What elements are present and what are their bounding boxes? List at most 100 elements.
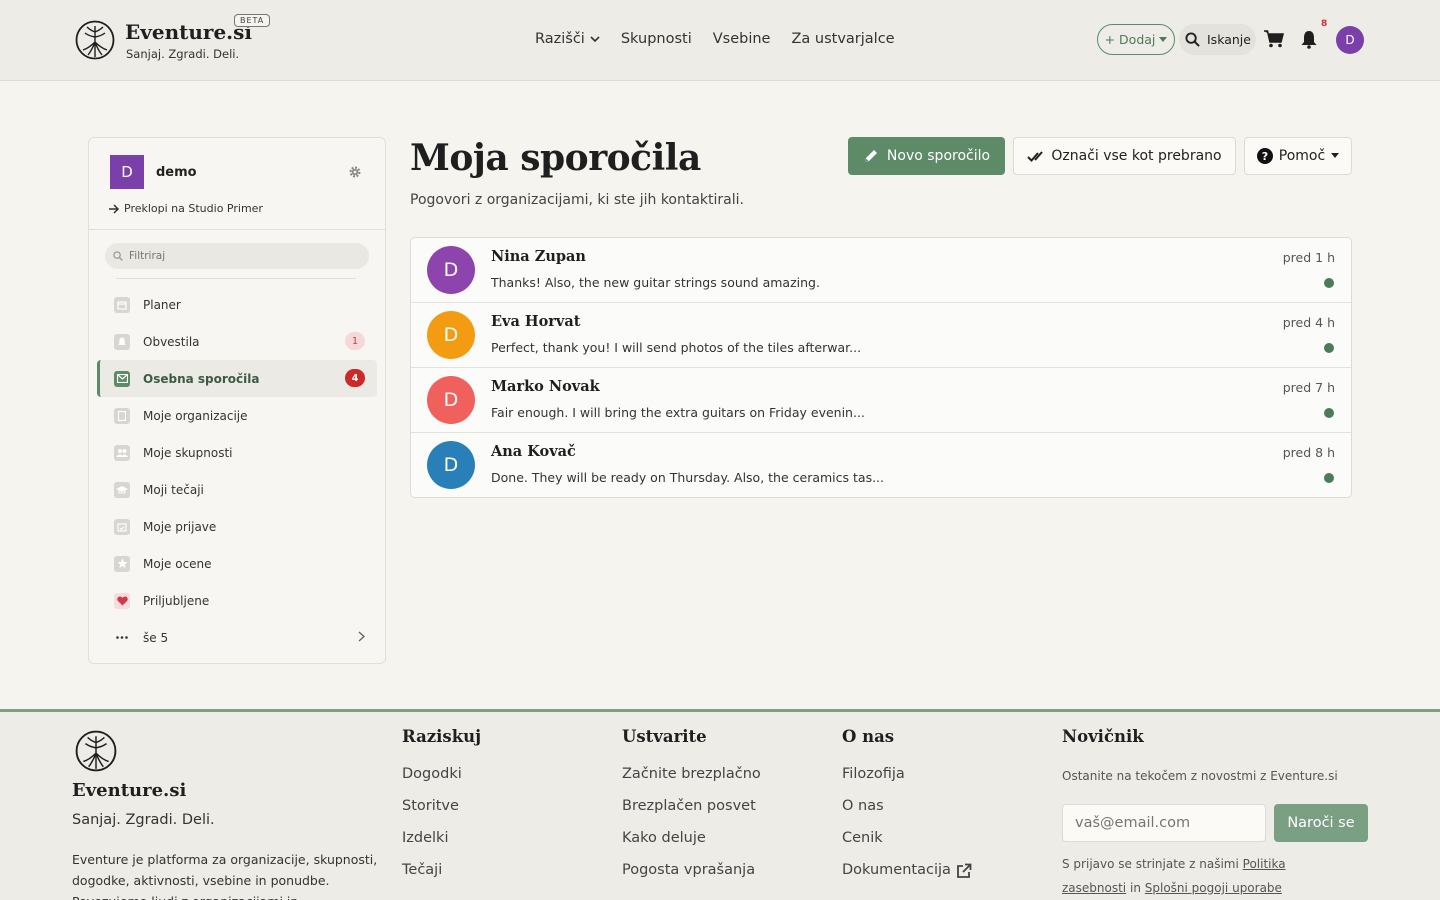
cart-icon[interactable]: [1264, 30, 1284, 48]
pencil-icon: [864, 150, 877, 162]
caret-down-icon: [1159, 36, 1168, 42]
messages-badge: 4: [345, 369, 365, 387]
subscribe-button[interactable]: Naroči se: [1274, 804, 1368, 842]
message-row[interactable]: D Eva Horvat Perfect, thank you! I will …: [411, 303, 1351, 368]
building-icon: [114, 407, 130, 424]
envelope-icon: [114, 370, 130, 387]
external-link-icon: [957, 863, 972, 878]
switch-account-label: Preklopi na Studio Primer: [124, 202, 263, 215]
users-icon: [114, 444, 130, 461]
graduation-cap-icon: [114, 481, 130, 498]
nav-content[interactable]: Vsebine: [713, 31, 771, 47]
ellipsis-icon: [114, 630, 130, 646]
sidebar-username: demo: [156, 164, 197, 180]
footer-brand: Eventure.si: [72, 780, 187, 801]
footer-about-title: O nas: [842, 727, 895, 746]
footer-link-docs[interactable]: Dokumentacija: [842, 862, 972, 894]
nav-explore[interactable]: Razišči: [535, 31, 600, 47]
footer: Eventure.si Sanjaj. Zgradi. Deli. Eventu…: [0, 709, 1440, 900]
sidebar-item-label: Osebna sporočila: [143, 371, 260, 386]
help-button[interactable]: ? Pomoč: [1244, 137, 1352, 175]
footer-link-pricing[interactable]: Cenik: [842, 830, 972, 862]
footer-link-philosophy[interactable]: Filozofija: [842, 766, 972, 798]
add-button-label: + Dodaj: [1104, 32, 1156, 47]
sidebar-item-organizations[interactable]: Moje organizacije: [97, 397, 377, 434]
sidebar-avatar: D: [110, 155, 144, 189]
sidebar-item-registrations[interactable]: Moje prijave: [97, 508, 377, 545]
sidebar-item-label: Moji tečaji: [143, 482, 204, 497]
newsletter-text: Ostanite na tekočem z novostmi z Eventur…: [1062, 769, 1338, 783]
footer-link-courses[interactable]: Tečaji: [402, 862, 481, 894]
sidebar-user[interactable]: D demo: [110, 155, 197, 189]
svg-text:?: ?: [1262, 150, 1268, 163]
sidebar-item-courses[interactable]: Moji tečaji: [97, 471, 377, 508]
footer-about-column: O nas Filozofija O nas Cenik Dokumentaci…: [842, 727, 972, 894]
star-icon: [114, 555, 130, 572]
message-avatar: D: [427, 376, 475, 424]
footer-link-services[interactable]: Storitve: [402, 798, 481, 830]
main-nav: Razišči Skupnosti Vsebine Za ustvarjalce: [535, 31, 895, 47]
message-avatar: D: [427, 311, 475, 359]
message-row[interactable]: D Nina Zupan Thanks! Also, the new guita…: [411, 238, 1351, 303]
sidebar-item-label: Obvestila: [143, 334, 200, 349]
sidebar-item-communities[interactable]: Moje skupnosti: [97, 434, 377, 471]
nav-creators[interactable]: Za ustvarjalce: [791, 31, 894, 47]
bell-icon[interactable]: [1300, 30, 1318, 49]
unread-dot: [1324, 473, 1334, 483]
footer-link-about[interactable]: O nas: [842, 798, 972, 830]
switch-account-link[interactable]: Preklopi na Studio Primer: [109, 202, 263, 215]
new-message-button[interactable]: Novo sporočilo: [848, 137, 1005, 175]
heart-icon: [114, 592, 130, 609]
message-preview: Perfect, thank you! I will send photos o…: [491, 340, 862, 355]
footer-create-title: Ustvarite: [622, 727, 707, 746]
unread-dot: [1324, 343, 1334, 353]
calendar-icon: [114, 296, 130, 313]
tree-logo-icon[interactable]: [75, 20, 115, 60]
footer-link-how-it-works[interactable]: Kako deluje: [622, 830, 761, 862]
tree-logo-icon[interactable]: [75, 730, 117, 772]
calendar-check-icon: [114, 518, 130, 535]
message-row[interactable]: D Ana Kovač Done. They will be ready on …: [411, 433, 1351, 497]
terms-and: in: [1129, 881, 1141, 895]
brand-name[interactable]: Eventure.si: [125, 20, 252, 44]
search-button[interactable]: Iskanje: [1179, 24, 1256, 55]
footer-link-start-free[interactable]: Začnite brezplačno: [622, 766, 761, 798]
sidebar-filter-input[interactable]: [129, 250, 349, 262]
question-circle-icon: ?: [1256, 148, 1273, 164]
sidebar-item-favorites[interactable]: Priljubljene: [97, 582, 377, 619]
message-time: pred 1 h: [1282, 250, 1335, 265]
terms-of-use-link[interactable]: Splošni pogoji uporabe: [1145, 881, 1282, 895]
footer-link-free-consult[interactable]: Brezplačen posvet: [622, 798, 761, 830]
search-icon: [1185, 32, 1200, 47]
caret-down-icon: [1331, 153, 1340, 158]
mark-all-read-label: Označi vse kot prebrano: [1051, 148, 1222, 164]
gear-icon[interactable]: [348, 165, 362, 179]
chevron-right-icon: [358, 631, 365, 642]
nav-communities[interactable]: Skupnosti: [621, 31, 692, 47]
footer-newsletter-column: Novičnik: [1062, 727, 1144, 766]
footer-link-faq[interactable]: Pogosta vprašanja: [622, 862, 761, 894]
sidebar-item-planner[interactable]: Planer: [97, 286, 377, 323]
sidebar-item-more[interactable]: še 5: [97, 619, 377, 656]
user-avatar[interactable]: D: [1336, 26, 1364, 54]
mark-all-read-button[interactable]: Označi vse kot prebrano: [1013, 137, 1236, 175]
search-label: Iskanje: [1207, 32, 1251, 47]
footer-link-products[interactable]: Izdelki: [402, 830, 481, 862]
sidebar-item-label: Moje ocene: [143, 556, 212, 571]
sidebar-item-ratings[interactable]: Moje ocene: [97, 545, 377, 582]
footer-link-events[interactable]: Dogodki: [402, 766, 481, 798]
footer-newsletter-title: Novičnik: [1062, 727, 1144, 746]
notifications-badge: 1: [345, 332, 365, 350]
message-sender: Eva Horvat: [491, 313, 581, 330]
newsletter-email-input[interactable]: [1062, 804, 1266, 842]
sidebar-item-notifications[interactable]: Obvestila 1: [97, 323, 377, 360]
sidebar-item-label: Planer: [143, 297, 181, 312]
sidebar-item-messages[interactable]: Osebna sporočila 4: [97, 360, 377, 397]
footer-description: Eventure je platforma za organizacije, s…: [72, 852, 378, 900]
sidebar-filter[interactable]: [105, 243, 369, 269]
message-row[interactable]: D Marko Novak Fair enough. I will bring …: [411, 368, 1351, 433]
sidebar-item-label: Moje organizacije: [143, 408, 248, 423]
arrow-right-icon: [109, 203, 120, 214]
sidebar-item-label: Priljubljene: [143, 593, 210, 608]
add-button[interactable]: + Dodaj: [1097, 24, 1175, 55]
